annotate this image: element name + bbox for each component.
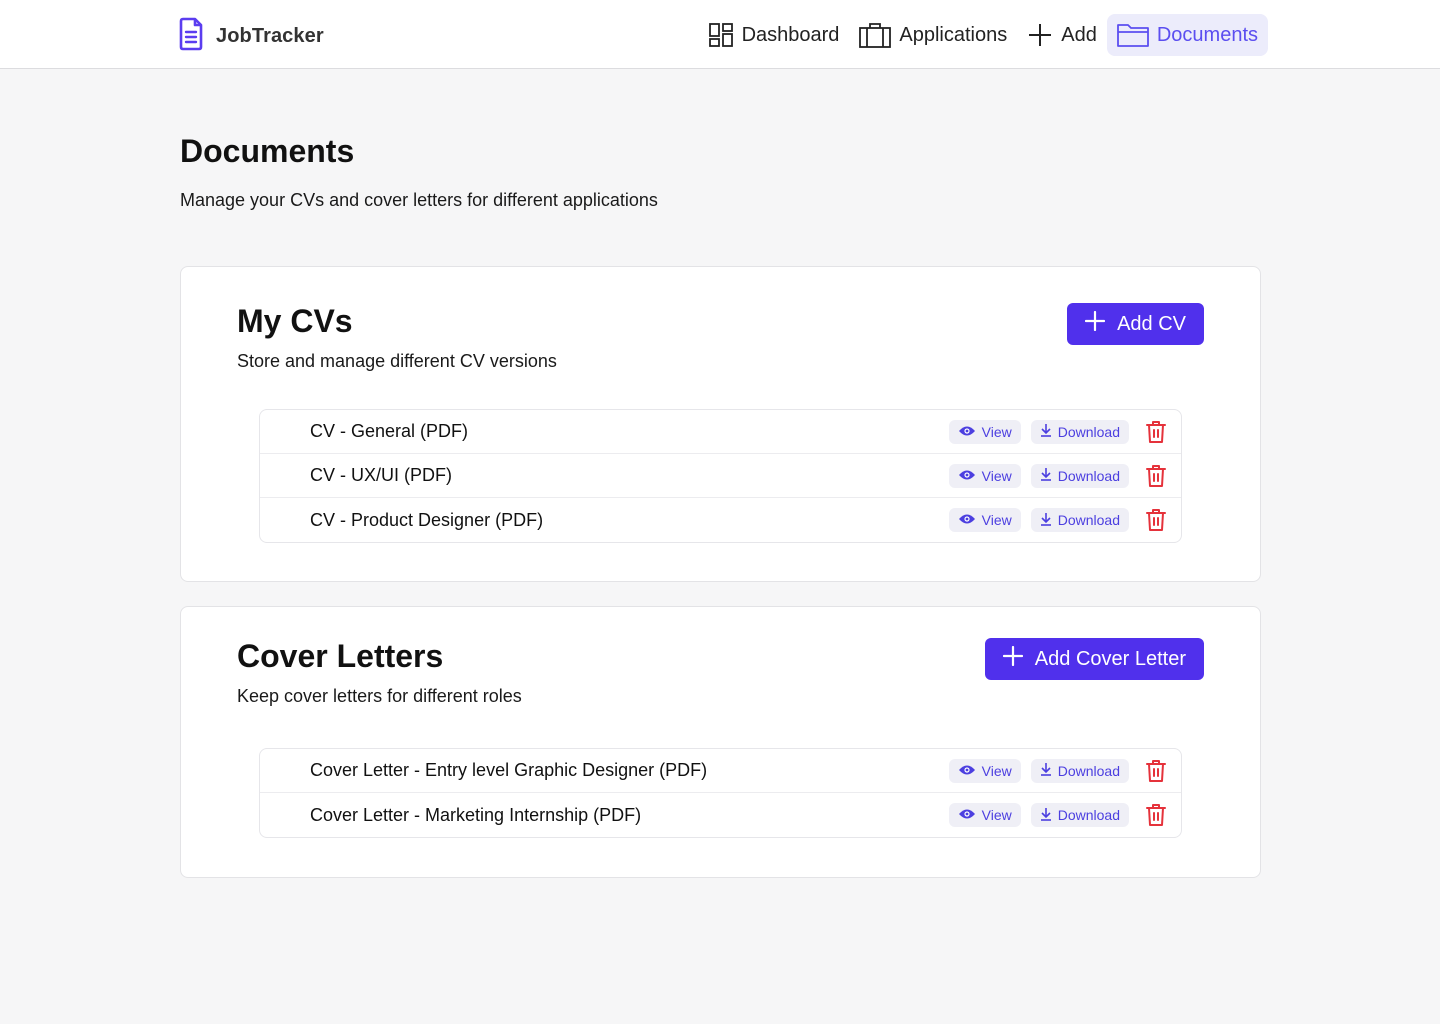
row-actions: View Download — [948, 758, 1167, 783]
list-item: CV - Product Designer (PDF) View Downloa… — [260, 498, 1181, 542]
eye-icon — [958, 763, 976, 779]
document-name: CV - General (PDF) — [310, 421, 469, 441]
cover-letters-section-title: Cover Letters — [237, 638, 444, 674]
view-button[interactable]: View — [948, 508, 1021, 532]
list-item: Cover Letter - Marketing Internship (PDF… — [260, 793, 1181, 837]
nav-item-dashboard[interactable]: Dashboard — [698, 14, 850, 56]
briefcase-icon — [859, 22, 892, 48]
list-item: Cover Letter - Entry level Graphic Desig… — [260, 749, 1181, 793]
view-button[interactable]: View — [948, 419, 1021, 444]
cv-section-title: My CVs — [237, 303, 353, 339]
eye-icon — [958, 512, 976, 528]
download-icon — [1040, 423, 1052, 440]
app-name: JobTracker — [216, 25, 324, 47]
dashboard-icon — [708, 22, 734, 48]
page-subtitle: Manage your CVs and cover letters for di… — [180, 190, 658, 210]
cv-section-subtitle: Store and manage different CV versions — [237, 351, 557, 371]
view-button[interactable]: View — [948, 803, 1021, 827]
trash-icon[interactable] — [1145, 464, 1167, 488]
plus-icon — [1084, 310, 1106, 337]
page-title: Documents — [180, 133, 355, 169]
add-cover-letter-label: Add Cover Letter — [1034, 647, 1186, 670]
plus-icon — [1027, 22, 1053, 48]
view-label: View — [981, 423, 1012, 440]
nav-item-applications[interactable]: Applications — [849, 14, 1017, 56]
document-name: Cover Letter - Entry level Graphic Desig… — [310, 760, 708, 780]
view-button[interactable]: View — [948, 758, 1021, 783]
folder-icon — [1116, 22, 1149, 48]
eye-icon — [958, 424, 976, 440]
download-label: Download — [1057, 423, 1120, 440]
row-actions: View Download — [948, 463, 1167, 488]
download-icon — [1040, 807, 1052, 824]
document-name: CV - Product Designer (PDF) — [310, 509, 544, 530]
view-label: View — [981, 807, 1012, 823]
nav-item-add[interactable]: Add — [1017, 14, 1107, 56]
download-label: Download — [1057, 807, 1120, 823]
trash-icon[interactable] — [1145, 803, 1167, 827]
row-actions: View Download — [948, 803, 1167, 827]
cover-letters-card: Cover Letters Keep cover letters for dif… — [180, 606, 1261, 878]
nav-label: Add — [1061, 23, 1097, 46]
cover-letter-list: Cover Letter - Entry level Graphic Desig… — [259, 748, 1182, 838]
row-actions: View Download — [948, 508, 1167, 532]
view-label: View — [981, 467, 1012, 484]
download-label: Download — [1057, 467, 1120, 484]
nav-label: Documents — [1156, 23, 1258, 46]
cover-letters-section-subtitle: Keep cover letters for different roles — [237, 686, 522, 706]
download-button[interactable]: Download — [1030, 758, 1129, 783]
download-button[interactable]: Download — [1030, 803, 1129, 827]
nav-item-documents[interactable]: Documents — [1106, 14, 1268, 56]
view-button[interactable]: View — [948, 463, 1021, 488]
trash-icon[interactable] — [1145, 508, 1167, 532]
document-name: CV - UX/UI (PDF) — [310, 465, 452, 485]
download-button[interactable]: Download — [1030, 508, 1129, 532]
nav-label: Dashboard — [741, 23, 840, 46]
cv-card: My CVs Store and manage different CV ver… — [180, 266, 1261, 582]
add-cv-label: Add CV — [1117, 312, 1186, 335]
add-cover-letter-button[interactable]: Add Cover Letter — [984, 638, 1204, 680]
trash-icon[interactable] — [1145, 759, 1167, 783]
download-button[interactable]: Download — [1030, 419, 1129, 444]
download-label: Download — [1057, 762, 1120, 779]
top-navigation-bar: JobTracker Dashboard Applications Add Do… — [0, 0, 1440, 69]
download-icon — [1040, 467, 1052, 484]
trash-icon[interactable] — [1145, 420, 1167, 444]
view-label: View — [981, 762, 1012, 779]
list-item: CV - UX/UI (PDF) View Download — [260, 454, 1181, 498]
row-actions: View Download — [948, 419, 1167, 444]
document-icon — [178, 17, 204, 56]
nav-label: Applications — [899, 23, 1008, 46]
cv-list: CV - General (PDF) View Download CV - UX… — [259, 409, 1182, 543]
eye-icon — [958, 468, 976, 484]
list-item: CV - General (PDF) View Download — [260, 410, 1181, 454]
download-icon — [1040, 512, 1052, 529]
download-button[interactable]: Download — [1030, 463, 1129, 488]
main-nav: Dashboard Applications Add Documents — [698, 14, 1268, 56]
document-name: Cover Letter - Marketing Internship (PDF… — [310, 804, 642, 825]
add-cv-button[interactable]: Add CV — [1067, 303, 1204, 345]
eye-icon — [958, 807, 976, 823]
brand[interactable]: JobTracker — [178, 17, 324, 56]
download-label: Download — [1057, 512, 1120, 528]
download-icon — [1040, 762, 1052, 779]
plus-icon — [1002, 645, 1023, 672]
view-label: View — [981, 512, 1012, 528]
